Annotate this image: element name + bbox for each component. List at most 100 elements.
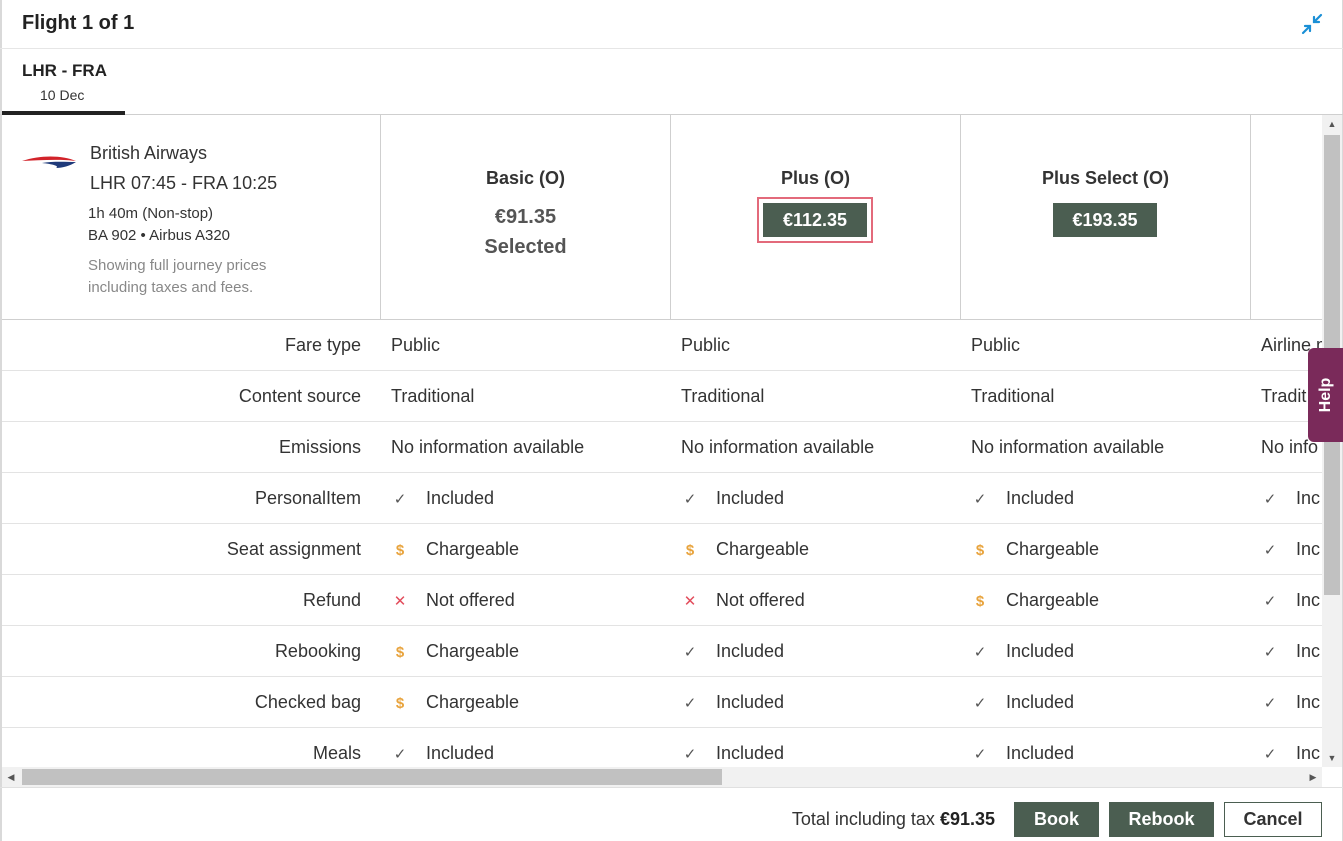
row-label: Refund	[302, 590, 361, 610]
table-cell: ✓ Included	[971, 743, 1074, 764]
flight-duration: 1h 40m (Non-stop)	[88, 205, 214, 222]
table-cell: No information available	[391, 437, 584, 458]
select-plus-fare-button[interactable]: €112.35	[757, 197, 873, 243]
row-label: Rebooking	[274, 641, 361, 661]
cell-text: Chargeable	[426, 641, 520, 661]
fare-column-plus-select: Plus Select (O) €193.35	[961, 115, 1251, 320]
cell-text: Chargeable	[426, 539, 520, 559]
collapse-arrows-icon[interactable]	[1300, 12, 1324, 36]
british-airways-logo-icon	[22, 156, 76, 168]
dollar-icon: $	[685, 542, 695, 559]
table-row: Meals ✓ Included ✓ Included ✓ Included ✓ Inc	[2, 728, 1322, 767]
cell-text: Traditional	[681, 386, 765, 406]
horizontal-scrollbar[interactable]: ◀ ▶	[2, 767, 1322, 787]
scroll-right-arrow-icon[interactable]: ▶	[1304, 767, 1322, 787]
table-cell: $ Chargeable	[971, 539, 1099, 560]
total-label: Total including tax	[791, 809, 935, 829]
table-row: Rebooking $ Chargeable ✓ Included ✓ Included ✓ I…	[2, 626, 1322, 677]
cell-text: Included	[1006, 488, 1075, 508]
fare-column-plus: Plus (O) €112.35	[671, 115, 961, 320]
dollar-icon: $	[975, 593, 985, 610]
cross-icon: ✕	[683, 593, 697, 610]
cell-text: Included	[426, 488, 495, 508]
table-cell: No information available	[681, 437, 874, 458]
check-icon: ✓	[1263, 746, 1277, 763]
flight-summary: British Airways LHR 07:45 - FRA 10:25 1h…	[2, 115, 381, 320]
tab-route: LHR - FRA	[22, 61, 107, 80]
fare-name: Basic (O)	[485, 168, 566, 188]
cell-text: No information available	[971, 437, 1165, 457]
table-cell: ✓ Included	[681, 641, 784, 662]
cell-text: Not offered	[426, 590, 515, 610]
horizontal-scroll-thumb[interactable]	[22, 769, 722, 785]
cell-text: Not offered	[716, 590, 805, 610]
row-label: Fare type	[284, 335, 361, 355]
check-icon: ✓	[973, 491, 987, 508]
fare-comparison-table[interactable]: British Airways LHR 07:45 - FRA 10:25 1h…	[2, 115, 1322, 767]
table-row: Fare typePublicPublicPublicAirline m	[2, 320, 1322, 371]
fare-selected-label: Selected	[484, 236, 567, 258]
table-cell: Public	[391, 335, 440, 356]
cell-text: Inc	[1296, 590, 1321, 610]
cell-text: Inc	[1296, 488, 1321, 508]
cell-text: Traditional	[971, 386, 1055, 406]
help-tab[interactable]: Help	[1308, 348, 1343, 442]
check-icon: ✓	[973, 644, 987, 661]
table-cell: ✓ Inc	[1261, 590, 1320, 611]
row-label: PersonalItem	[254, 488, 361, 508]
segment-tabs: LHR - FRA 10 Dec	[0, 49, 1343, 115]
fare-price: €91.35	[494, 206, 557, 228]
row-label: Checked bag	[254, 692, 361, 712]
check-icon: ✓	[683, 746, 697, 763]
select-plus-select-fare-button[interactable]: €193.35	[1053, 203, 1157, 237]
table-cell: $ Chargeable	[391, 539, 519, 560]
table-cell: $ Chargeable	[681, 539, 809, 560]
price-note: Showing full journey prices including ta…	[88, 257, 267, 296]
help-label: Help	[1316, 377, 1334, 413]
table-cell: Traditional	[681, 386, 764, 407]
cell-text: Included	[1006, 743, 1075, 763]
check-icon: ✓	[683, 644, 697, 661]
cell-text: No information available	[391, 437, 585, 457]
scroll-left-arrow-icon[interactable]: ◀	[2, 767, 20, 787]
cancel-button[interactable]: Cancel	[1224, 802, 1322, 837]
total-value: €91.35	[939, 809, 995, 829]
dollar-icon: $	[395, 695, 405, 712]
table-cell: ✓ Included	[391, 488, 494, 509]
cell-text: Included	[1006, 692, 1075, 712]
cell-text: Chargeable	[426, 692, 520, 712]
fare-column-basic[interactable]: Basic (O) €91.35 Selected	[381, 115, 671, 320]
table-cell: Traditional	[391, 386, 474, 407]
fare-column-next	[1251, 115, 1322, 320]
book-button[interactable]: Book	[1014, 802, 1099, 837]
flight-times: LHR 07:45 - FRA 10:25	[90, 173, 278, 193]
cell-text: Public	[971, 335, 1021, 355]
cross-icon: ✕	[393, 593, 407, 610]
rebook-button[interactable]: Rebook	[1109, 802, 1214, 837]
table-cell: Tradit	[1261, 386, 1306, 407]
dollar-icon: $	[975, 542, 985, 559]
flight-number: BA 902 • Airbus A320	[88, 227, 231, 244]
cell-text: Chargeable	[1006, 590, 1100, 610]
scroll-up-arrow-icon[interactable]: ▲	[1322, 115, 1342, 133]
table-cell: ✓ Included	[681, 743, 784, 764]
panel-header: Flight 1 of 1	[0, 0, 1343, 49]
dollar-icon: $	[395, 542, 405, 559]
check-icon: ✓	[393, 491, 407, 508]
check-icon: ✓	[393, 746, 407, 763]
table-cell: $ Chargeable	[971, 590, 1099, 611]
cell-text: Inc	[1296, 692, 1321, 712]
total-including-tax: Total including tax €91.35	[792, 809, 995, 830]
table-cell: Public	[971, 335, 1020, 356]
table-row: Content source Traditional Traditional Trad…	[2, 371, 1322, 422]
cell-text: Tradit	[1261, 386, 1307, 406]
table-cell: ✓ Inc	[1261, 488, 1320, 509]
table-cell: Traditional	[971, 386, 1054, 407]
cell-text: Included	[716, 488, 785, 508]
table-cell: ✓ Included	[971, 692, 1074, 713]
table-cell: ✓ Inc	[1261, 539, 1320, 560]
page-title: Flight 1 of 1	[22, 12, 135, 34]
cell-text: Included	[1006, 641, 1075, 661]
scroll-down-arrow-icon[interactable]: ▼	[1322, 749, 1342, 767]
tab-lhr-fra[interactable]: LHR - FRA 10 Dec	[2, 49, 125, 115]
